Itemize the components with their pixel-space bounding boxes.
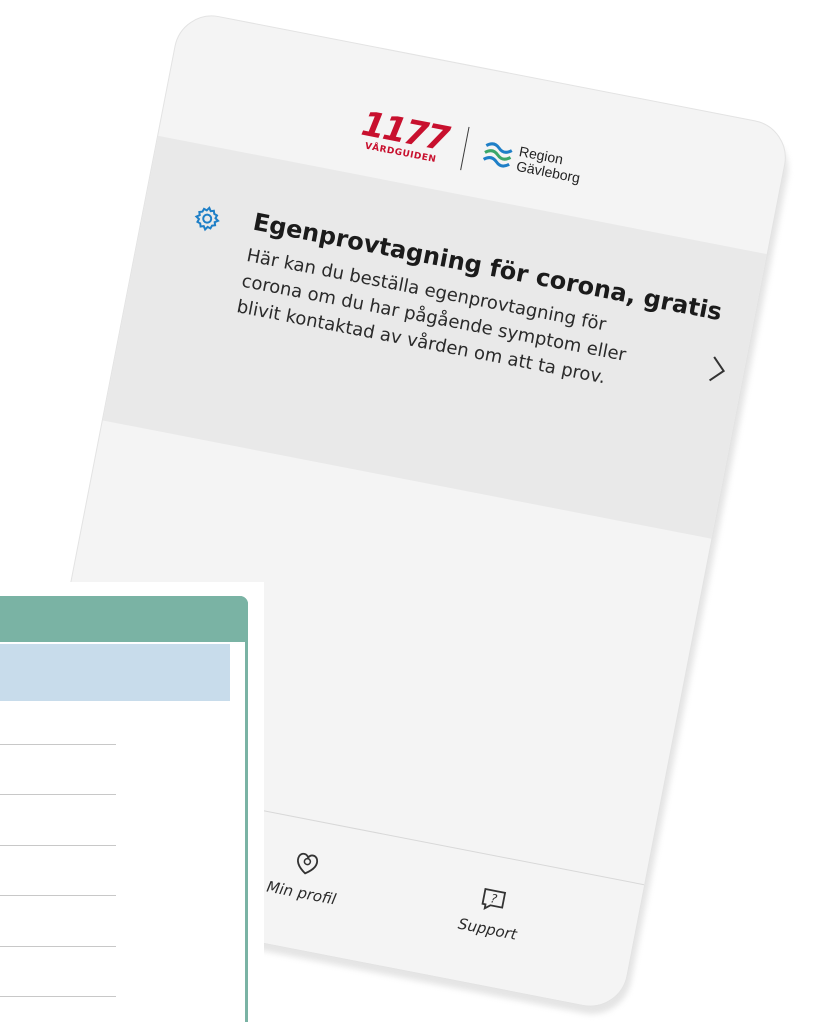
region-wave-icon bbox=[482, 142, 513, 168]
logo-region-gavleborg: Region Gävleborg bbox=[480, 137, 585, 186]
dialog-row-divider bbox=[0, 794, 116, 795]
logo-divider bbox=[459, 126, 470, 171]
chevron-right-icon[interactable] bbox=[706, 353, 729, 386]
logo-1177-vardguiden: 1177 VÅRDGUIDEN bbox=[357, 104, 451, 167]
dialog-header bbox=[0, 596, 248, 642]
dialog-row-divider bbox=[0, 996, 116, 997]
dialog-row-divider bbox=[0, 895, 116, 896]
dialog-row-divider bbox=[0, 946, 116, 947]
gear-icon bbox=[194, 206, 220, 232]
profile-icon bbox=[296, 852, 319, 875]
dialog-row-divider bbox=[0, 744, 116, 745]
dialog-highlight-row[interactable] bbox=[0, 644, 230, 701]
tab-support[interactable]: ? Support bbox=[456, 881, 525, 944]
support-icon: ? bbox=[481, 887, 506, 910]
dialog-frame bbox=[0, 596, 248, 1022]
svg-text:?: ? bbox=[489, 891, 499, 906]
tab-label-min-profil: Min profil bbox=[265, 877, 338, 909]
dialog-row-divider bbox=[0, 845, 116, 846]
tab-min-profil[interactable]: Min profil bbox=[265, 844, 344, 909]
tab-label-support: Support bbox=[456, 914, 519, 944]
foreground-dialog bbox=[0, 582, 264, 1022]
